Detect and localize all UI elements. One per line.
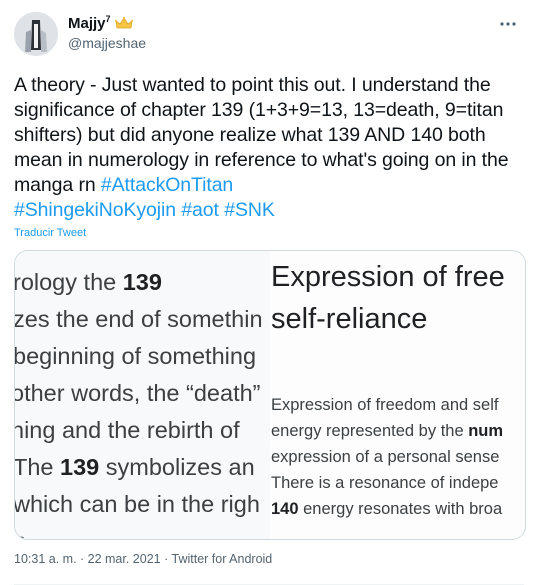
name-superscript: 7 [105, 14, 111, 24]
author-handle[interactable]: @majjeshae [68, 35, 146, 51]
avatar[interactable] [14, 12, 58, 56]
more-icon [500, 22, 516, 26]
right-line: expression of a personal sense [271, 448, 500, 466]
hashtag-shingekinokyojin[interactable]: #ShingekiNoKyojin [14, 199, 176, 221]
crown-icon [114, 16, 133, 30]
translate-tweet-link[interactable]: Traducir Tweet [14, 227, 86, 239]
right-line: energy represented by the num [271, 422, 504, 440]
source-link[interactable]: Twitter for Android [172, 552, 273, 566]
media-image-left[interactable]: rology the 139 zes the end of somethin b… [15, 251, 271, 539]
timestamp-link[interactable]: 10:31 a. m. · 22 mar. 2021 [14, 552, 161, 566]
left-line: which can be in the righ [15, 491, 260, 517]
tweet-card: Majjy7 @majjeshae A theory - Just wanted… [0, 0, 538, 585]
tweet-text: A theory - Just wanted to point this out… [14, 73, 524, 223]
more-options-button[interactable] [494, 10, 522, 38]
avatar-image [14, 12, 58, 56]
left-line: zes the end of somethin [15, 306, 263, 332]
media-image-right[interactable]: Expression of free self-reliance Express… [271, 251, 525, 539]
hashtag-attackontitan[interactable]: #AttackOnTitan [101, 174, 233, 196]
left-line: other words, the “death” [15, 380, 261, 406]
left-line: rology the 139 [15, 269, 162, 295]
hashtag-aot[interactable]: #aot [181, 199, 219, 221]
left-line: The 139 symbolizes an [15, 454, 255, 480]
hashtag-snk[interactable]: #SNK [224, 199, 275, 221]
right-heading-line: Expression of free [271, 261, 505, 293]
left-line: n. [15, 528, 33, 539]
right-line: There is a resonance of indepe [271, 474, 499, 492]
media-attachment[interactable]: rology the 139 zes the end of somethin b… [14, 250, 526, 540]
right-line: 140 energy resonates with broa [271, 500, 503, 518]
tweet-metadata: 10:31 a. m. · 22 mar. 2021 · Twitter for… [14, 552, 272, 566]
author-name-row[interactable]: Majjy7 [68, 14, 133, 32]
display-name[interactable]: Majjy7 [68, 14, 111, 32]
right-heading-line: self-reliance [271, 303, 428, 335]
tweet-body: A theory - Just wanted to point this out… [14, 74, 509, 196]
left-line: beginning of something [15, 343, 257, 369]
left-line: hing and the rebirth of [15, 417, 240, 443]
right-line: Expression of freedom and self [271, 396, 499, 414]
meta-separator: · [160, 552, 172, 566]
